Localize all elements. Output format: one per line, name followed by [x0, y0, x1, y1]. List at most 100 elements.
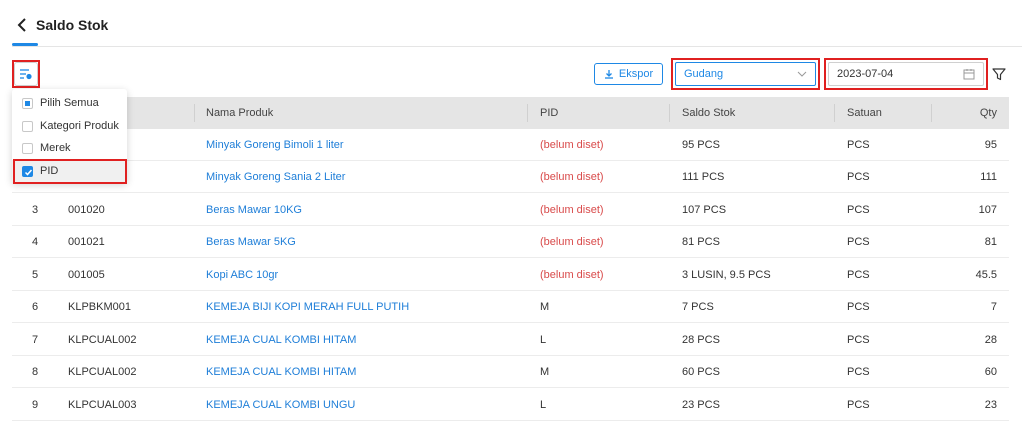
header-pid: PID	[540, 107, 559, 119]
qty-value: 111	[980, 171, 997, 183]
row-number: 6	[32, 301, 39, 313]
stock-balance: 107 PCS	[682, 204, 727, 216]
product-name-link[interactable]: KEMEJA CUAL KOMBI UNGU	[206, 399, 355, 411]
pid-value: (belum diset)	[540, 139, 604, 151]
row-number: 7	[32, 334, 39, 346]
table-row: 8 KLPCUAL002 KEMEJA CUAL KOMBI HITAM M 6…	[12, 356, 1009, 388]
table-row: 3 001020 Beras Mawar 10KG (belum diset) …	[12, 194, 1009, 226]
header-separator	[194, 104, 195, 122]
stock-balance: 23 PCS	[682, 399, 720, 411]
chevron-down-icon	[797, 71, 807, 77]
row-number: 3	[32, 204, 39, 216]
page-title: Saldo Stok	[36, 17, 109, 33]
page-header: Saldo Stok	[0, 0, 1024, 48]
date-picker[interactable]: 2023-07-04	[828, 62, 984, 86]
column-settings-button[interactable]	[14, 62, 38, 86]
checkbox-unchecked[interactable]	[22, 120, 33, 132]
stock-balance: 81 PCS	[682, 236, 720, 248]
warehouse-select[interactable]: Gudang	[675, 62, 816, 86]
table-header: Nama Produk PID Saldo Stok Satuan Qty	[12, 97, 1009, 129]
checkbox-checked[interactable]	[22, 165, 33, 177]
product-name-link[interactable]: Kopi ABC 10gr	[206, 269, 278, 281]
table-row: Minyak Goreng Bimoli 1 liter (belum dise…	[12, 129, 1009, 161]
header-separator	[834, 104, 835, 122]
stock-balance: 111 PCS	[682, 171, 725, 183]
product-code: 001005	[68, 269, 105, 281]
stock-balance: 7 PCS	[682, 301, 714, 313]
table-row: 9 KLPCUAL003 KEMEJA CUAL KOMBI UNGU L 23…	[12, 389, 1009, 421]
pid-value: M	[540, 366, 550, 378]
product-name-link[interactable]: Beras Mawar 10KG	[206, 204, 302, 216]
pid-value: (belum diset)	[540, 204, 604, 216]
product-code: KLPCUAL002	[68, 366, 137, 378]
unit-value: PCS	[847, 171, 870, 183]
table-row: 7 KLPCUAL002 KEMEJA CUAL KOMBI HITAM L 2…	[12, 324, 1009, 356]
table-row: Minyak Goreng Sania 2 Liter (belum diset…	[12, 161, 1009, 193]
qty-value: 28	[984, 334, 997, 346]
qty-value: 95	[984, 139, 997, 151]
unit-value: PCS	[847, 204, 870, 216]
column-visibility-menu: Pilih Semua Kategori Produk Merek PID	[12, 89, 127, 183]
menu-item-label: Kategori Produk	[40, 120, 119, 132]
calendar-icon	[963, 69, 975, 80]
checkbox-unchecked[interactable]	[22, 142, 33, 154]
header-separator	[669, 104, 670, 122]
menu-item-select-all[interactable]: Pilih Semua	[12, 92, 127, 114]
header-qty: Qty	[979, 107, 997, 119]
menu-item-label: PID	[40, 165, 59, 177]
back-button[interactable]	[14, 16, 30, 34]
checkbox-indeterminate[interactable]	[22, 97, 33, 109]
stock-balance: 28 PCS	[682, 334, 720, 346]
header-separator	[931, 104, 932, 122]
product-code: 001021	[68, 236, 105, 248]
menu-item-brand[interactable]: Merek	[12, 137, 127, 159]
product-code: KLPBKM001	[68, 301, 131, 313]
row-number: 5	[32, 269, 39, 281]
filter-button[interactable]	[990, 64, 1008, 84]
column-settings-icon	[20, 69, 32, 80]
qty-value: 60	[984, 366, 997, 378]
header-separator	[527, 104, 528, 122]
download-icon	[604, 70, 613, 79]
menu-item-label: Pilih Semua	[40, 97, 99, 109]
product-code: KLPCUAL003	[68, 399, 137, 411]
pid-value: L	[540, 399, 547, 411]
table-row: 4 001021 Beras Mawar 5KG (belum diset) 8…	[12, 226, 1009, 258]
qty-value: 45.5	[975, 269, 997, 281]
product-name-link[interactable]: Minyak Goreng Sania 2 Liter	[206, 171, 345, 183]
pid-value: (belum diset)	[540, 269, 604, 281]
unit-value: PCS	[847, 399, 870, 411]
row-number: 4	[32, 236, 39, 248]
check-icon	[24, 169, 33, 176]
row-number: 8	[32, 366, 39, 378]
qty-value: 81	[984, 236, 997, 248]
pid-value: L	[540, 334, 547, 346]
table-row: 5 001005 Kopi ABC 10gr (belum diset) 3 L…	[12, 259, 1009, 291]
header-product-name: Nama Produk	[206, 107, 274, 119]
row-number: 9	[32, 399, 39, 411]
product-name-link[interactable]: Minyak Goreng Bimoli 1 liter	[206, 139, 344, 151]
pid-value: (belum diset)	[540, 171, 604, 183]
unit-value: PCS	[847, 366, 870, 378]
filter-icon	[992, 68, 1006, 81]
product-code: KLPCUAL002	[68, 334, 137, 346]
stock-balance: 60 PCS	[682, 366, 720, 378]
product-name-link[interactable]: Beras Mawar 5KG	[206, 236, 296, 248]
menu-item-label: Merek	[40, 142, 71, 154]
unit-value: PCS	[847, 139, 870, 151]
product-name-link[interactable]: KEMEJA CUAL KOMBI HITAM	[206, 334, 356, 346]
export-button-label: Ekspor	[618, 68, 654, 80]
table-row: 6 KLPBKM001 KEMEJA BIJI KOPI MERAH FULL …	[12, 291, 1009, 323]
product-code: 001020	[68, 204, 105, 216]
stock-balance: 95 PCS	[682, 139, 720, 151]
menu-item-product-category[interactable]: Kategori Produk	[12, 115, 127, 137]
unit-value: PCS	[847, 269, 870, 281]
warehouse-select-value: Gudang	[684, 68, 724, 80]
export-button[interactable]: Ekspor	[594, 63, 663, 85]
menu-item-pid[interactable]: PID	[12, 160, 127, 182]
unit-value: PCS	[847, 334, 870, 346]
product-name-link[interactable]: KEMEJA BIJI KOPI MERAH FULL PUTIH	[206, 301, 409, 313]
product-name-link[interactable]: KEMEJA CUAL KOMBI HITAM	[206, 366, 356, 378]
date-picker-value: 2023-07-04	[837, 68, 894, 80]
chevron-left-icon	[17, 18, 26, 32]
